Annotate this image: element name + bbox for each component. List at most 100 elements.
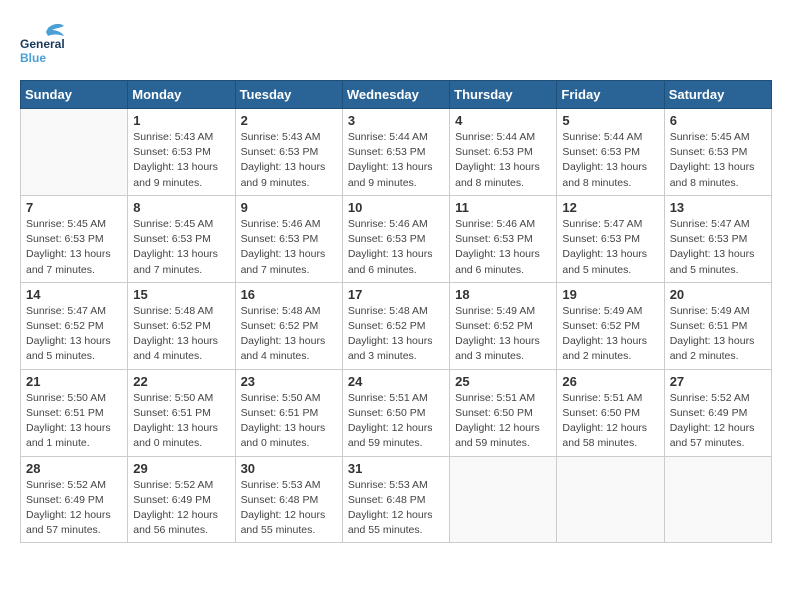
- calendar-cell: [450, 456, 557, 543]
- day-info: Sunrise: 5:49 AM Sunset: 6:52 PM Dayligh…: [562, 304, 658, 365]
- calendar-cell: 15Sunrise: 5:48 AM Sunset: 6:52 PM Dayli…: [128, 282, 235, 369]
- calendar-cell: 1 Sunrise: 5:43 AM Sunset: 6:53 PM Daylig…: [128, 109, 235, 196]
- weekday-header: Friday: [557, 81, 664, 109]
- day-info: Sunrise: 5:52 AM Sunset: 6:49 PM Dayligh…: [133, 478, 229, 539]
- day-info: Sunrise: 5:43 AM Sunset: 6:53 PM Dayligh…: [241, 130, 337, 191]
- day-info: Sunrise: 5:44 AM Sunset: 6:53 PM Dayligh…: [348, 130, 444, 191]
- calendar-cell: 11Sunrise: 5:46 AM Sunset: 6:53 PM Dayli…: [450, 195, 557, 282]
- calendar-cell: 16 Sunrise: 5:48 AM Sunset: 6:52 PM Dayli…: [235, 282, 342, 369]
- day-number: 1: [133, 113, 229, 128]
- calendar-cell: [557, 456, 664, 543]
- calendar-cell: 22 Sunrise: 5:50 AM Sunset: 6:51 PM Dayli…: [128, 369, 235, 456]
- calendar-cell: 13 Sunrise: 5:47 AM Sunset: 6:53 PM Dayli…: [664, 195, 771, 282]
- day-info: Sunrise: 5:48 AM Sunset: 6:52 PM Dayligh…: [348, 304, 444, 365]
- day-info: Sunrise: 5:47 AM Sunset: 6:53 PM Dayligh…: [562, 217, 658, 278]
- day-number: 11: [455, 200, 551, 215]
- day-number: 31: [348, 461, 444, 476]
- weekday-header-row: SundayMondayTuesdayWednesdayThursdayFrid…: [21, 81, 772, 109]
- weekday-header: Monday: [128, 81, 235, 109]
- day-info: Sunrise: 5:45 AM Sunset: 6:53 PM Dayligh…: [670, 130, 766, 191]
- calendar-cell: 4 Sunrise: 5:44 AM Sunset: 6:53 PM Daylig…: [450, 109, 557, 196]
- week-row: 14 Sunrise: 5:47 AM Sunset: 6:52 PM Dayli…: [21, 282, 772, 369]
- calendar-cell: [664, 456, 771, 543]
- day-info: Sunrise: 5:52 AM Sunset: 6:49 PM Dayligh…: [26, 478, 122, 539]
- calendar-cell: 23 Sunrise: 5:50 AM Sunset: 6:51 PM Dayli…: [235, 369, 342, 456]
- day-info: Sunrise: 5:50 AM Sunset: 6:51 PM Dayligh…: [26, 391, 122, 452]
- day-number: 4: [455, 113, 551, 128]
- week-row: 7Sunrise: 5:45 AM Sunset: 6:53 PM Daylig…: [21, 195, 772, 282]
- calendar-cell: 25 Sunrise: 5:51 AM Sunset: 6:50 PM Dayli…: [450, 369, 557, 456]
- day-number: 3: [348, 113, 444, 128]
- day-info: Sunrise: 5:43 AM Sunset: 6:53 PM Dayligh…: [133, 130, 229, 191]
- calendar-cell: 19Sunrise: 5:49 AM Sunset: 6:52 PM Dayli…: [557, 282, 664, 369]
- calendar-cell: 30 Sunrise: 5:53 AM Sunset: 6:48 PM Dayli…: [235, 456, 342, 543]
- day-number: 23: [241, 374, 337, 389]
- week-row: 21Sunrise: 5:50 AM Sunset: 6:51 PM Dayli…: [21, 369, 772, 456]
- calendar-cell: 29 Sunrise: 5:52 AM Sunset: 6:49 PM Dayli…: [128, 456, 235, 543]
- svg-text:Blue: Blue: [20, 51, 46, 65]
- calendar-cell: 27 Sunrise: 5:52 AM Sunset: 6:49 PM Dayli…: [664, 369, 771, 456]
- day-info: Sunrise: 5:49 AM Sunset: 6:51 PM Dayligh…: [670, 304, 766, 365]
- calendar-cell: 21Sunrise: 5:50 AM Sunset: 6:51 PM Dayli…: [21, 369, 128, 456]
- day-info: Sunrise: 5:51 AM Sunset: 6:50 PM Dayligh…: [455, 391, 551, 452]
- day-number: 14: [26, 287, 122, 302]
- logo-icon: General Blue: [20, 20, 70, 65]
- calendar-cell: 7Sunrise: 5:45 AM Sunset: 6:53 PM Daylig…: [21, 195, 128, 282]
- calendar-cell: 18Sunrise: 5:49 AM Sunset: 6:52 PM Dayli…: [450, 282, 557, 369]
- day-number: 29: [133, 461, 229, 476]
- calendar-cell: 14 Sunrise: 5:47 AM Sunset: 6:52 PM Dayli…: [21, 282, 128, 369]
- day-info: Sunrise: 5:51 AM Sunset: 6:50 PM Dayligh…: [562, 391, 658, 452]
- day-number: 28: [26, 461, 122, 476]
- weekday-header: Wednesday: [342, 81, 449, 109]
- calendar: SundayMondayTuesdayWednesdayThursdayFrid…: [20, 80, 772, 543]
- day-number: 13: [670, 200, 766, 215]
- day-info: Sunrise: 5:53 AM Sunset: 6:48 PM Dayligh…: [241, 478, 337, 539]
- calendar-cell: 8Sunrise: 5:45 AM Sunset: 6:53 PM Daylig…: [128, 195, 235, 282]
- calendar-cell: 17 Sunrise: 5:48 AM Sunset: 6:52 PM Dayli…: [342, 282, 449, 369]
- calendar-cell: 26 Sunrise: 5:51 AM Sunset: 6:50 PM Dayli…: [557, 369, 664, 456]
- calendar-cell: 12 Sunrise: 5:47 AM Sunset: 6:53 PM Dayli…: [557, 195, 664, 282]
- day-number: 22: [133, 374, 229, 389]
- calendar-cell: 31Sunrise: 5:53 AM Sunset: 6:48 PM Dayli…: [342, 456, 449, 543]
- day-info: Sunrise: 5:45 AM Sunset: 6:53 PM Dayligh…: [26, 217, 122, 278]
- calendar-cell: [21, 109, 128, 196]
- day-number: 20: [670, 287, 766, 302]
- day-number: 12: [562, 200, 658, 215]
- day-number: 16: [241, 287, 337, 302]
- day-number: 30: [241, 461, 337, 476]
- calendar-cell: 10 Sunrise: 5:46 AM Sunset: 6:53 PM Dayli…: [342, 195, 449, 282]
- day-info: Sunrise: 5:52 AM Sunset: 6:49 PM Dayligh…: [670, 391, 766, 452]
- day-number: 9: [241, 200, 337, 215]
- day-number: 6: [670, 113, 766, 128]
- calendar-cell: 6 Sunrise: 5:45 AM Sunset: 6:53 PM Daylig…: [664, 109, 771, 196]
- calendar-cell: 20 Sunrise: 5:49 AM Sunset: 6:51 PM Dayli…: [664, 282, 771, 369]
- day-info: Sunrise: 5:50 AM Sunset: 6:51 PM Dayligh…: [241, 391, 337, 452]
- weekday-header: Tuesday: [235, 81, 342, 109]
- day-number: 5: [562, 113, 658, 128]
- day-number: 8: [133, 200, 229, 215]
- day-number: 25: [455, 374, 551, 389]
- calendar-cell: 3 Sunrise: 5:44 AM Sunset: 6:53 PM Daylig…: [342, 109, 449, 196]
- weekday-header: Saturday: [664, 81, 771, 109]
- day-number: 27: [670, 374, 766, 389]
- day-info: Sunrise: 5:48 AM Sunset: 6:52 PM Dayligh…: [241, 304, 337, 365]
- day-info: Sunrise: 5:47 AM Sunset: 6:52 PM Dayligh…: [26, 304, 122, 365]
- week-row: 1 Sunrise: 5:43 AM Sunset: 6:53 PM Daylig…: [21, 109, 772, 196]
- calendar-cell: 2Sunrise: 5:43 AM Sunset: 6:53 PM Daylig…: [235, 109, 342, 196]
- day-number: 10: [348, 200, 444, 215]
- calendar-cell: 5Sunrise: 5:44 AM Sunset: 6:53 PM Daylig…: [557, 109, 664, 196]
- week-row: 28 Sunrise: 5:52 AM Sunset: 6:49 PM Dayli…: [21, 456, 772, 543]
- calendar-cell: 28 Sunrise: 5:52 AM Sunset: 6:49 PM Dayli…: [21, 456, 128, 543]
- svg-text:General: General: [20, 37, 65, 51]
- calendar-cell: 24Sunrise: 5:51 AM Sunset: 6:50 PM Dayli…: [342, 369, 449, 456]
- day-info: Sunrise: 5:47 AM Sunset: 6:53 PM Dayligh…: [670, 217, 766, 278]
- day-info: Sunrise: 5:46 AM Sunset: 6:53 PM Dayligh…: [348, 217, 444, 278]
- calendar-cell: 9Sunrise: 5:46 AM Sunset: 6:53 PM Daylig…: [235, 195, 342, 282]
- day-number: 17: [348, 287, 444, 302]
- day-info: Sunrise: 5:44 AM Sunset: 6:53 PM Dayligh…: [455, 130, 551, 191]
- day-number: 26: [562, 374, 658, 389]
- day-number: 18: [455, 287, 551, 302]
- day-info: Sunrise: 5:48 AM Sunset: 6:52 PM Dayligh…: [133, 304, 229, 365]
- day-info: Sunrise: 5:50 AM Sunset: 6:51 PM Dayligh…: [133, 391, 229, 452]
- day-number: 24: [348, 374, 444, 389]
